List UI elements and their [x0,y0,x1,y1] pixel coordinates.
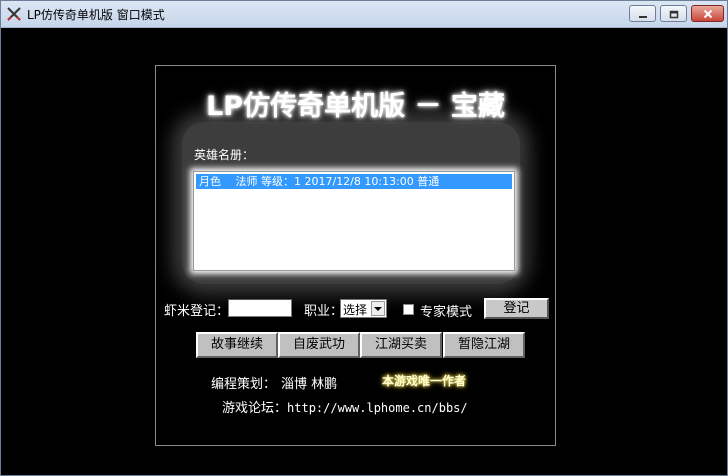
trade-button[interactable]: 江湖买卖 [360,332,442,358]
name-label: 虾米登记： [164,304,230,319]
minimize-icon [638,4,648,23]
minimize-button[interactable] [629,5,656,22]
name-input[interactable] [228,299,292,317]
class-label: 职业： [304,304,344,319]
forum-line: 游戏论坛：http://www.lphome.cn/bbs/ [222,397,468,416]
close-button[interactable] [691,5,724,22]
author-label: 编程策划： [211,377,277,392]
hero-list-label: 英雄名册： [194,148,255,162]
author-tagline: 本游戏唯一作者 [382,374,467,388]
expert-mode-checkbox[interactable] [403,304,414,315]
forum-label: 游戏论坛： [222,401,288,416]
title-bar[interactable]: LP仿传奇单机版 窗口模式 [1,1,727,28]
hero-list[interactable]: 月色 法师 等级：1 2017/12/8 10:13:00 普通 [193,171,515,271]
abandon-skills-button[interactable]: 自废武功 [278,332,360,358]
window-title: LP仿传奇单机版 窗口模式 [27,8,165,22]
maximize-button[interactable] [660,5,687,22]
register-button[interactable]: 登记 [484,298,549,319]
retire-button[interactable]: 暂隐江湖 [443,332,525,358]
game-title: LP仿传奇单机版 － 宝藏 [206,91,505,122]
author-name: 淄博 林鹏 [281,377,338,392]
forum-link[interactable]: http://www.lphome.cn/bbs/ [287,401,468,415]
crossed-swords-icon [6,6,22,22]
class-select-value: 选择 [343,303,368,317]
class-select[interactable]: 选择 [340,299,387,318]
continue-story-button[interactable]: 故事继续 [196,332,278,358]
hero-list-item[interactable]: 月色 法师 等级：1 2017/12/8 10:13:00 普通 [196,174,512,189]
maximize-icon [669,4,679,23]
chevron-down-icon[interactable] [371,301,385,316]
close-icon [703,4,713,23]
expert-mode-label: 专家模式 [420,305,473,320]
